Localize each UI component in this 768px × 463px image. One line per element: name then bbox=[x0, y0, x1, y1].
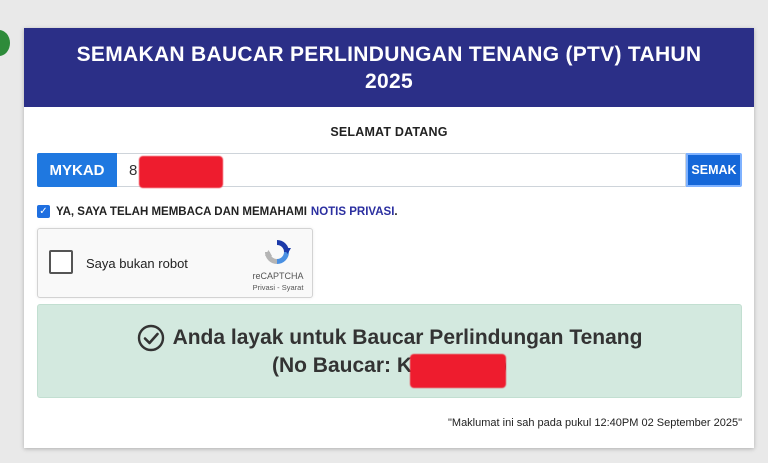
result-message: Anda layak untuk Baucar Perlindungan Ten… bbox=[172, 326, 643, 349]
page-title: SEMAKAN BAUCAR PERLINDUNGAN TENANG (PTV)… bbox=[76, 42, 702, 93]
consent-checkbox[interactable]: ✓ bbox=[37, 205, 50, 218]
consent-text: YA, SAYA TELAH MEMBACA DAN MEMAHAMI bbox=[56, 205, 307, 218]
recaptcha-logo-icon bbox=[265, 240, 291, 264]
page-header: SEMAKAN BAUCAR PERLINDUNGAN TENANG (PTV)… bbox=[24, 28, 754, 107]
recaptcha-checkbox[interactable] bbox=[49, 250, 73, 274]
mykad-form: MYKAD SEMAK bbox=[37, 153, 742, 188]
mykad-label: MYKAD bbox=[37, 153, 117, 187]
eligibility-result: Anda layak untuk Baucar Perlindungan Ten… bbox=[37, 304, 742, 398]
recaptcha-label: Saya bukan robot bbox=[86, 256, 188, 271]
result-line1: Anda layak untuk Baucar Perlindungan Ten… bbox=[137, 324, 643, 352]
privacy-consent: ✓ YA, SAYA TELAH MEMBACA DAN MEMAHAMI NO… bbox=[37, 205, 398, 218]
validity-note: "Maklumat ini sah pada pukul 12:40PM 02 … bbox=[448, 417, 742, 429]
side-tab-indicator bbox=[0, 30, 10, 56]
voucher-prefix: (No Baucar: K bbox=[271, 353, 413, 377]
privacy-notice-link[interactable]: NOTIS PRIVASI bbox=[311, 206, 395, 218]
semak-button[interactable]: SEMAK bbox=[686, 153, 742, 187]
recaptcha-terms-link[interactable]: Privasi - Syarat bbox=[250, 283, 306, 292]
check-circle-icon bbox=[137, 324, 164, 351]
welcome-text: SELAMAT DATANG bbox=[330, 125, 448, 139]
redaction-mark bbox=[410, 354, 506, 388]
consent-suffix: . bbox=[394, 205, 398, 218]
recaptcha-widget: Saya bukan robot reCAPTCHA Privasi - Sya… bbox=[37, 228, 313, 298]
recaptcha-brand: reCAPTCHA bbox=[252, 271, 304, 281]
main-card: SEMAKAN BAUCAR PERLINDUNGAN TENANG (PTV)… bbox=[24, 28, 754, 448]
redaction-mark bbox=[139, 156, 223, 188]
